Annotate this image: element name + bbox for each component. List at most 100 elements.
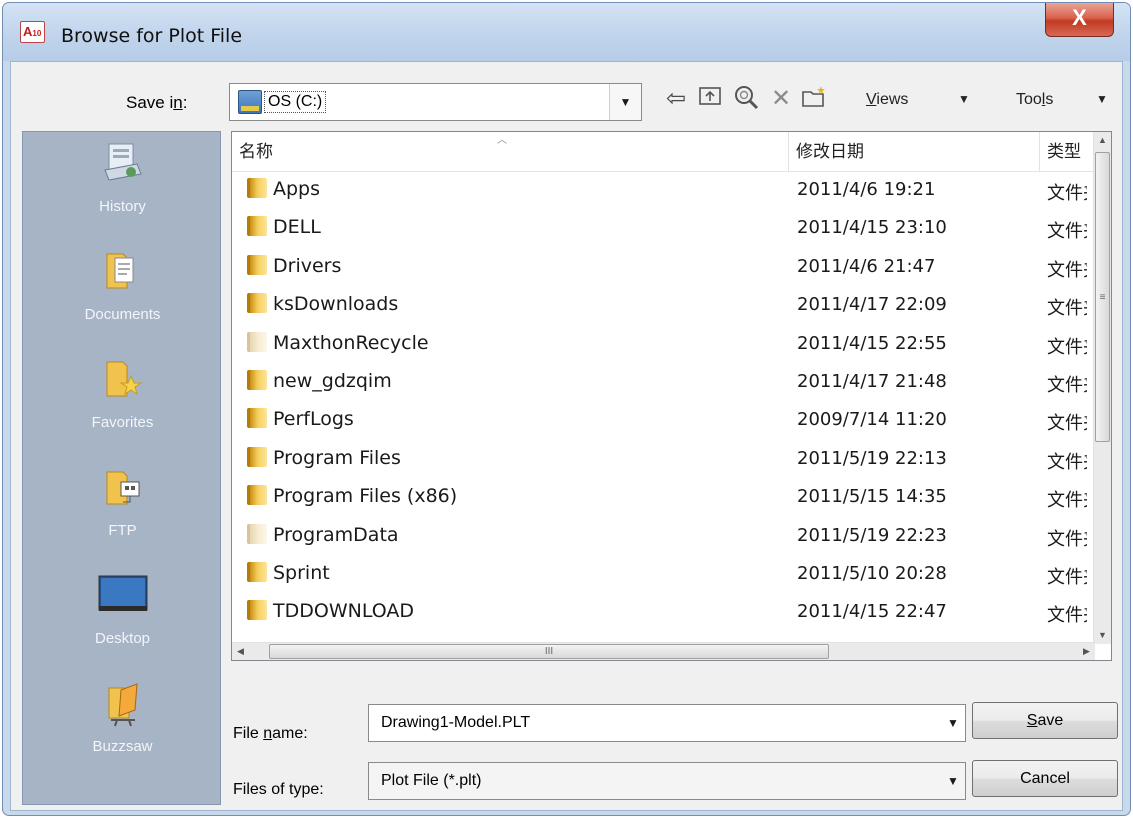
modified-date-cell: 2011/4/17 22:09 [797,294,947,316]
file-type-cell: 文件夹 [1047,605,1087,626]
window-title: Browse for Plot File [61,25,243,47]
file-row[interactable]: MaxthonRecycle 2011/4/15 22:55 文件夹 [232,327,1093,365]
file-name-cell[interactable]: ProgramData [247,523,399,546]
close-button[interactable]: X [1045,3,1114,37]
modified-date-cell: 2011/4/15 22:55 [797,332,947,354]
file-type-dropdown[interactable]: Plot File (*.plt) ▼ [368,762,966,800]
place-documents[interactable]: Documents [23,248,222,356]
scroll-down-icon[interactable]: ▼ [1094,627,1111,644]
search-web-icon[interactable] [731,84,761,114]
file-name-cell[interactable]: Drivers [247,254,341,277]
folder-icon [247,293,267,314]
new-folder-icon[interactable] [799,84,829,114]
file-name-cell[interactable]: Sprint [247,562,330,584]
folder-icon [247,600,267,621]
file-type-cell: 文件夹 [1047,567,1087,587]
horizontal-scroll-thumb[interactable]: III [269,644,829,659]
place-history[interactable]: History [23,140,222,248]
file-name-cell[interactable]: Program Files [247,446,401,469]
modified-date-cell: 2011/4/6 21:47 [797,255,936,277]
place-favorites[interactable]: Favorites [23,356,222,464]
save-in-dropdown[interactable]: OS (C:) ▼ [229,83,642,121]
sort-ascending-icon: ︿ [497,135,507,146]
favorites-icon [101,356,145,400]
modified-date-cell: 2009/7/14 11:20 [797,409,947,431]
file-name-value: Drawing1-Model.PLT [381,714,531,731]
file-type-cell: 文件夹 [1047,451,1087,472]
folder-icon [247,216,267,237]
file-name-cell[interactable]: Apps [247,178,320,200]
place-label: History [99,198,146,215]
file-row[interactable]: PerfLogs 2009/7/14 11:20 文件夹 [232,403,1093,441]
file-row[interactable]: Sprint 2011/5/10 20:28 文件夹 [232,557,1093,595]
cancel-button[interactable]: Cancel [972,760,1118,797]
drive-icon [238,90,262,114]
folder-icon [247,485,267,506]
horizontal-scrollbar[interactable]: ◀ III ▶ [232,642,1095,660]
scroll-up-icon[interactable]: ▲ [1094,132,1111,149]
file-row[interactable]: Apps 2011/4/6 19:21 文件夹 [232,173,1093,211]
file-name-text: new_gdzqim [273,370,392,392]
file-type-cell: 文件夹 [1047,298,1087,319]
chevron-down-icon[interactable]: ▼ [941,705,965,741]
file-name-cell[interactable]: ksDownloads [247,293,398,315]
file-row[interactable]: Drivers 2011/4/6 21:47 文件夹 [232,250,1093,288]
file-name-text: DELL [273,216,321,239]
file-row[interactable]: ProgramData 2011/5/19 22:23 文件夹 [232,519,1093,557]
up-folder-icon[interactable] [695,84,725,114]
history-icon [101,140,145,184]
views-caret-icon[interactable]: ▼ [958,92,970,106]
file-name-cell[interactable]: new_gdzqim [247,370,392,392]
place-label: Desktop [94,630,151,647]
tools-menu[interactable]: Tools [1016,91,1053,109]
file-name-label: File name: [233,725,308,742]
save-in-label: Save in: [126,93,188,112]
vertical-scroll-thumb[interactable]: ≡ [1095,152,1110,442]
save-button[interactable]: Save [972,702,1118,739]
file-row[interactable]: TDDOWNLOAD 2011/4/15 22:47 文件夹 [232,595,1093,633]
vertical-scrollbar[interactable]: ▲ ≡ ▼ [1093,132,1111,644]
delete-icon[interactable]: ✕ [766,84,796,114]
folder-icon [247,562,267,582]
modified-date-cell: 2011/4/17 21:48 [797,371,947,392]
file-name-cell[interactable]: TDDOWNLOAD [247,600,414,622]
place-ftp[interactable]: FTP [23,464,222,572]
file-type-cell: 文件夹 [1047,528,1087,549]
file-name-text: ksDownloads [273,293,399,316]
file-type-cell: 文件夹 [1047,259,1087,280]
place-buzzsaw[interactable]: Buzzsaw [23,680,222,788]
file-type-cell: 文件夹 [1047,490,1087,511]
column-header-name[interactable]: 名称 [232,132,789,172]
chevron-down-icon[interactable]: ▼ [609,84,641,120]
place-label: Documents [84,306,161,323]
title-bar[interactable]: A10 Browse for Plot File X [3,3,1130,61]
file-type-value: Plot File (*.plt) [381,772,482,789]
folder-icon [247,178,267,198]
file-name-text: TDDOWNLOAD [273,600,414,623]
file-row[interactable]: ksDownloads 2011/4/17 22:09 文件夹 [232,288,1093,326]
views-menu[interactable]: Views [866,91,908,109]
file-list[interactable]: 名称 ︿ 修改日期 类型 Apps 2011/4/6 19:21 文件夹 DELL 20… [231,131,1112,661]
file-type-cell: 文件夹 [1047,413,1087,434]
file-name-text: MaxthonRecycle [273,331,429,354]
file-row[interactable]: Program Files (x86) 2011/5/15 14:35 文件夹 [232,480,1093,518]
file-name-cell[interactable]: Program Files (x86) [247,485,457,507]
tools-caret-icon[interactable]: ▼ [1096,92,1108,106]
back-icon[interactable]: ⇦ [661,84,691,114]
file-row[interactable]: new_gdzqim 2011/4/17 21:48 文件夹 [232,365,1093,403]
file-name-cell[interactable]: MaxthonRecycle [247,331,429,354]
column-header-modified[interactable]: 修改日期 [789,132,1040,172]
scroll-left-icon[interactable]: ◀ [232,643,249,660]
place-desktop[interactable]: Desktop [23,572,222,680]
folder-icon [247,446,267,467]
file-row[interactable]: DELL 2011/4/15 23:10 文件夹 [232,211,1093,249]
chevron-down-icon[interactable]: ▼ [941,763,965,799]
column-header-type[interactable]: 类型 [1040,132,1100,172]
file-name-cell[interactable]: DELL [247,216,321,238]
file-name-field[interactable]: Drawing1-Model.PLT ▼ [368,704,966,742]
scroll-right-icon[interactable]: ▶ [1078,643,1095,660]
file-row[interactable]: Program Files 2011/5/19 22:13 文件夹 [232,442,1093,480]
file-name-cell[interactable]: PerfLogs [247,408,354,430]
folder-icon [247,523,267,544]
modified-date-cell: 2011/4/15 22:47 [797,601,947,623]
